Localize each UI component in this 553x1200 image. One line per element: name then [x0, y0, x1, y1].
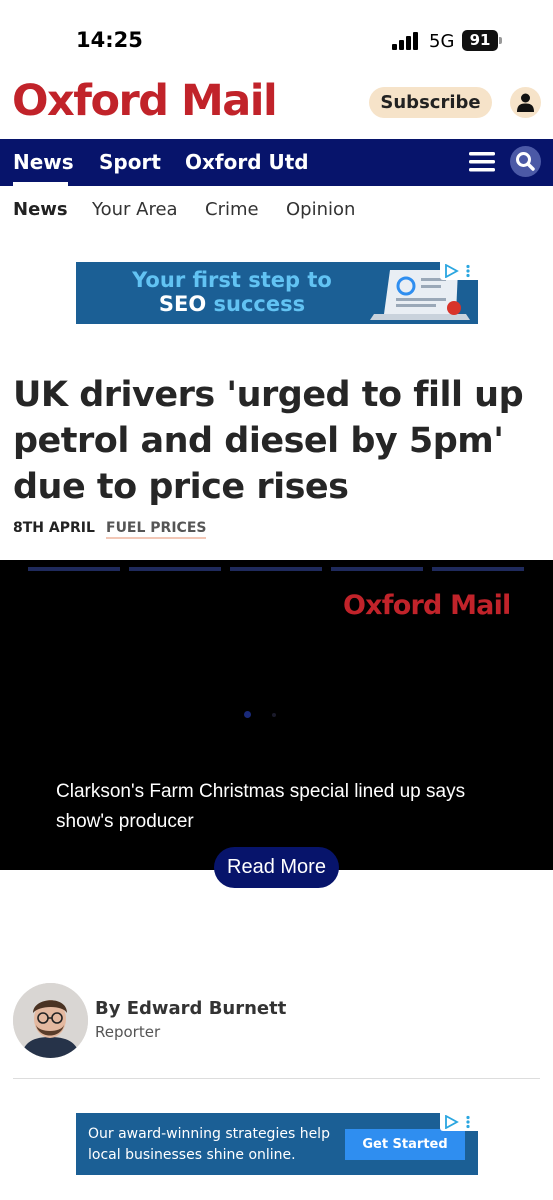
- nav-active-indicator: [13, 182, 68, 186]
- subnav-item-news[interactable]: News: [13, 199, 68, 220]
- ad-bottom-text: Our award-winning strategies help local …: [88, 1126, 330, 1163]
- author-avatar[interactable]: [13, 983, 88, 1058]
- adchoice-badge[interactable]: [440, 1113, 478, 1131]
- video-player[interactable]: Oxford Mail Clarkson's Farm Christmas sp…: [0, 560, 553, 870]
- read-more-button[interactable]: Read More: [214, 847, 339, 888]
- primary-nav: News Sport Oxford Utd: [0, 139, 553, 186]
- video-watermark-logo: Oxford Mail: [343, 590, 511, 621]
- article-date: 8TH APRIL: [13, 520, 95, 536]
- signal-icon: [392, 32, 418, 50]
- progress-segment: [28, 567, 120, 571]
- adchoice-icon: [445, 264, 470, 278]
- search-button[interactable]: [510, 146, 541, 177]
- account-button[interactable]: [510, 87, 541, 118]
- site-logo[interactable]: Oxford Mail: [12, 76, 278, 126]
- author-name[interactable]: By Edward Burnett: [95, 998, 286, 1019]
- ad-top-text: Your first step to SEO success: [112, 268, 352, 316]
- ad-top-line2-blue: success: [213, 292, 306, 316]
- author-portrait: [13, 983, 88, 1058]
- video-caption: Clarkson's Farm Christmas special lined …: [56, 781, 466, 832]
- adchoice-badge[interactable]: [440, 262, 478, 280]
- nav-item-oxford-utd[interactable]: Oxford Utd: [185, 150, 309, 174]
- status-time: 14:25: [76, 28, 143, 52]
- subnav-item-opinion[interactable]: Opinion: [286, 199, 355, 220]
- get-started-button[interactable]: Get Started: [345, 1129, 465, 1160]
- progress-segment: [432, 567, 524, 571]
- battery-icon: 91: [462, 30, 498, 51]
- nav-item-news[interactable]: News: [13, 150, 74, 174]
- ad-top-line1: Your first step to: [132, 268, 332, 292]
- nav-item-sport[interactable]: Sport: [99, 150, 161, 174]
- search-icon: [516, 152, 535, 171]
- article-headline: UK drivers 'urged to fill up petrol and …: [13, 375, 524, 507]
- ad-banner-top[interactable]: Your first step to SEO success: [76, 262, 478, 324]
- subnav-item-crime[interactable]: Crime: [205, 199, 259, 220]
- ad-top-line2-white: SEO: [158, 292, 207, 316]
- progress-segment: [331, 567, 423, 571]
- battery-tip: [499, 37, 502, 44]
- user-icon: [517, 93, 534, 112]
- masthead: Oxford Mail Subscribe: [0, 76, 553, 138]
- author-role: Reporter: [95, 1023, 161, 1041]
- loading-dot: [244, 711, 251, 718]
- progress-segment: [129, 567, 221, 571]
- article-topic-link[interactable]: FUEL PRICES: [106, 520, 207, 539]
- loading-dot: [272, 713, 276, 717]
- ad-banner-bottom[interactable]: Our award-winning strategies help local …: [76, 1113, 478, 1175]
- author-byline: By Edward Burnett Reporter: [13, 983, 540, 1063]
- progress-segment: [230, 567, 322, 571]
- video-progress: [28, 567, 526, 571]
- adchoice-icon: [445, 1115, 470, 1129]
- subscribe-button[interactable]: Subscribe: [369, 87, 492, 118]
- divider: [13, 1078, 540, 1079]
- subnav-item-your-area[interactable]: Your Area: [92, 199, 178, 220]
- secondary-nav: News Your Area Crime Opinion: [0, 195, 553, 225]
- hamburger-menu-icon[interactable]: [469, 152, 495, 172]
- status-bar: 14:25 5G 91: [0, 0, 553, 80]
- network-label: 5G: [429, 31, 455, 52]
